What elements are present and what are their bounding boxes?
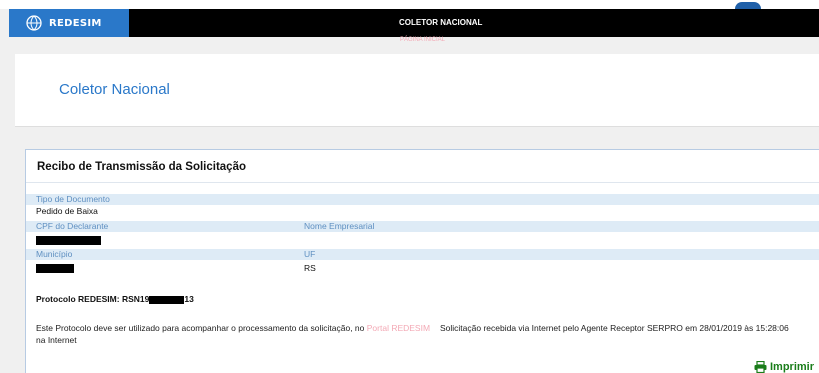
label-nome-empresarial: Nome Empresarial — [304, 221, 375, 231]
label-row-cpf: CPF do Declarante Nome Empresarial — [26, 221, 819, 232]
received-info: Solicitação recebida via Internet pelo A… — [440, 323, 789, 333]
receipt-card: Recibo de Transmissão da Solicitação Tip… — [25, 149, 819, 373]
printer-icon — [754, 361, 767, 373]
protocol-number: Protocolo REDESIM: RSN19 13 — [36, 294, 194, 304]
header-title: COLETOR NACIONAL — [399, 18, 483, 27]
note-tail: na Internet — [36, 335, 77, 345]
note-text: Este Protocolo deve ser utilizado para a… — [36, 323, 367, 333]
print-label: Imprimir — [770, 361, 815, 373]
redacted-municipio — [36, 264, 74, 273]
top-tab-indicator — [735, 2, 761, 9]
portal-redesim-link[interactable]: Portal REDESIM — [367, 323, 430, 333]
protocol-note: Este Protocolo deve ser utilizado para a… — [36, 322, 431, 346]
protocol-suffix: 13 — [184, 294, 194, 304]
divider — [26, 182, 819, 183]
value-tipo-documento: Pedido de Baixa — [36, 206, 98, 216]
top-header: REDESIM COLETOR NACIONAL — [9, 9, 819, 37]
top-strip — [0, 0, 819, 9]
page-title: Coletor Nacional — [59, 81, 170, 98]
label-cpf: CPF do Declarante — [36, 221, 109, 231]
label-row-municipio: Município UF — [26, 249, 819, 260]
banner-card: Coletor Nacional — [15, 54, 819, 127]
protocol-prefix: Protocolo REDESIM: RSN19 — [36, 294, 150, 304]
redacted-protocol — [149, 295, 185, 304]
value-uf: RS — [304, 263, 316, 273]
label-tipo-documento: Tipo de Documento — [36, 194, 110, 204]
nav-link-home[interactable]: PÁGINA INICIAL — [400, 37, 445, 43]
receipt-heading: Recibo de Transmissão da Solicitação — [37, 161, 246, 173]
print-button[interactable]: Imprimir — [754, 361, 814, 373]
logo-text: REDESIM — [49, 17, 102, 29]
redesim-logo[interactable]: REDESIM — [9, 9, 129, 37]
label-municipio: Município — [36, 249, 73, 259]
globe-icon — [26, 15, 42, 31]
redacted-cpf — [36, 236, 101, 245]
label-uf: UF — [304, 249, 316, 259]
label-row-tipo: Tipo de Documento — [26, 194, 819, 205]
